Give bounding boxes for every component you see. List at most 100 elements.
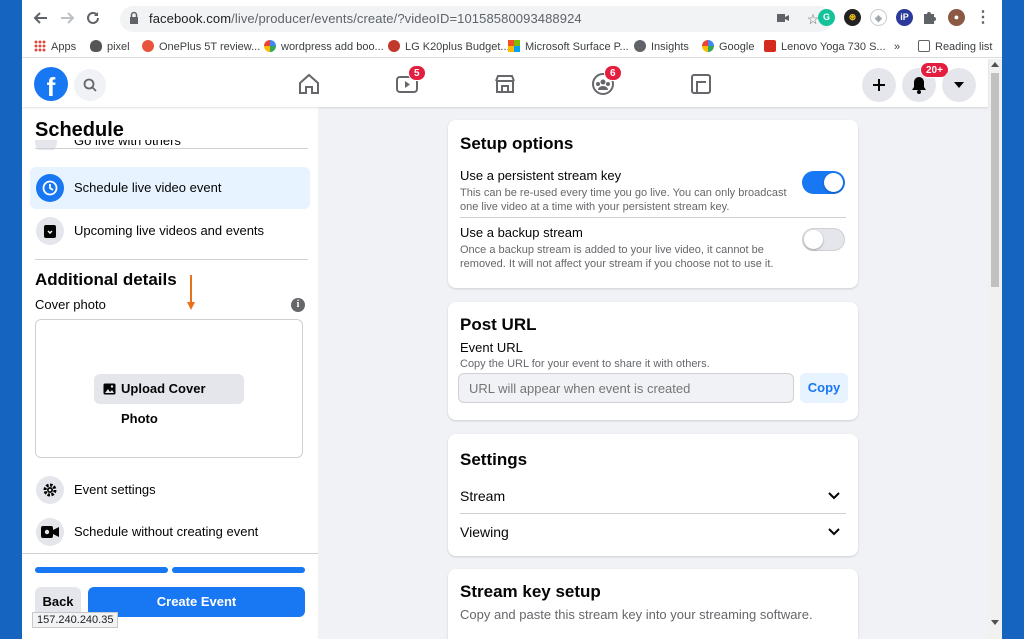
status-bar-url: 157.240.240.35 bbox=[32, 612, 119, 628]
back-arrow-icon[interactable] bbox=[32, 9, 50, 27]
site-icon bbox=[388, 40, 400, 52]
watch-tab[interactable]: 5 bbox=[394, 65, 426, 97]
setup-options-card: Setup options Use a persistent stream ke… bbox=[448, 120, 858, 288]
create-button[interactable] bbox=[862, 68, 896, 102]
scroll-up-icon[interactable] bbox=[991, 62, 999, 67]
notifications-button[interactable]: 20+ bbox=[902, 62, 949, 102]
progress-step-1 bbox=[35, 567, 168, 573]
grammarly-extension-icon[interactable]: G bbox=[818, 9, 835, 26]
photo-icon bbox=[103, 383, 116, 395]
copy-button[interactable]: Copy bbox=[800, 373, 848, 403]
google-icon bbox=[264, 40, 276, 52]
video-camera-icon bbox=[36, 518, 64, 546]
stream-key-title: Stream key setup bbox=[460, 582, 601, 601]
bookmark-microsoft[interactable]: Microsoft Surface P... bbox=[508, 39, 629, 55]
site-icon bbox=[142, 40, 154, 52]
more-bookmarks[interactable]: » bbox=[894, 39, 900, 55]
cover-photo-dropzone[interactable]: Upload Cover Photo bbox=[35, 319, 303, 458]
backup-stream-title: Use a backup stream bbox=[460, 225, 583, 240]
camera-blocked-icon[interactable] bbox=[774, 10, 792, 28]
address-url: facebook.com/live/producer/events/create… bbox=[149, 11, 582, 26]
schedule-panel: Schedule Go live with others Schedule li… bbox=[22, 107, 318, 639]
setup-options-title: Setup options bbox=[460, 134, 574, 153]
bell-icon bbox=[912, 77, 926, 94]
bookmark-lg[interactable]: LG K20plus Budget... bbox=[388, 39, 510, 55]
stream-key-card: Stream key setup Copy and paste this str… bbox=[448, 569, 858, 639]
reading-list-icon bbox=[918, 40, 930, 52]
bookmark-oneplus[interactable]: OnePlus 5T review... bbox=[142, 39, 260, 55]
browser-toolbar: facebook.com/live/producer/events/create… bbox=[22, 0, 1002, 36]
reload-icon[interactable] bbox=[84, 9, 102, 27]
stream-key-desc: Copy and paste this stream key into your… bbox=[460, 607, 813, 622]
event-url-input[interactable] bbox=[458, 373, 794, 403]
orange-down-arrow-annotation bbox=[187, 275, 195, 310]
event-url-label: Event URL bbox=[460, 340, 523, 355]
post-url-title: Post URL bbox=[460, 315, 537, 334]
plus-icon bbox=[873, 79, 885, 91]
event-settings-item[interactable]: Event settings bbox=[30, 469, 310, 511]
page-scrollbar[interactable] bbox=[988, 59, 1002, 639]
upload-cover-photo-button[interactable]: Upload Cover Photo bbox=[94, 374, 244, 426]
facebook-logo[interactable]: f bbox=[34, 67, 68, 101]
bookmark-google[interactable]: Google bbox=[702, 39, 754, 55]
toggle-knob bbox=[804, 230, 823, 249]
viewing-expander[interactable]: Viewing bbox=[460, 514, 846, 550]
page-title: Schedule bbox=[35, 119, 124, 141]
groups-badge: 6 bbox=[604, 65, 622, 81]
gaming-tab[interactable] bbox=[688, 71, 714, 97]
progress-step-2 bbox=[172, 567, 305, 573]
stream-expander[interactable]: Stream bbox=[460, 478, 846, 514]
schedule-without-event-item[interactable]: Schedule without creating event bbox=[30, 511, 310, 553]
backup-stream-desc: Once a backup stream is added to your li… bbox=[460, 244, 774, 270]
persistent-key-toggle[interactable] bbox=[802, 171, 845, 194]
marketplace-tab[interactable] bbox=[492, 71, 518, 97]
calendar-icon bbox=[36, 217, 64, 245]
cnet-icon bbox=[764, 40, 776, 52]
gear-icon bbox=[36, 476, 64, 504]
search-button[interactable] bbox=[74, 69, 106, 101]
extension-icon[interactable]: ⊛ bbox=[844, 9, 861, 26]
apps-grid-icon bbox=[34, 40, 46, 52]
divider bbox=[35, 259, 308, 260]
home-tab[interactable] bbox=[296, 71, 322, 97]
bookmark-insights[interactable]: Insights bbox=[634, 39, 689, 55]
backup-stream-toggle[interactable] bbox=[802, 228, 845, 251]
groups-tab[interactable]: 6 bbox=[590, 65, 622, 97]
caret-down-icon bbox=[954, 82, 964, 88]
additional-details-heading: Additional details bbox=[35, 270, 177, 289]
home-icon bbox=[299, 73, 319, 94]
search-icon bbox=[83, 78, 97, 92]
address-bar[interactable]: facebook.com/live/producer/events/create… bbox=[120, 6, 832, 32]
ip-extension-icon[interactable]: iP bbox=[896, 9, 913, 26]
reading-list[interactable]: Reading list bbox=[918, 39, 992, 55]
schedule-live-video-event-item[interactable]: Schedule live video event bbox=[30, 167, 310, 209]
chevron-down-icon bbox=[828, 492, 840, 500]
bookmarks-bar: Apps pixel OnePlus 5T review... wordpres… bbox=[22, 36, 1002, 58]
forward-arrow-icon[interactable] bbox=[58, 9, 76, 27]
divider bbox=[22, 553, 318, 554]
puzzle-extensions-icon[interactable] bbox=[920, 9, 938, 27]
microsoft-icon bbox=[508, 40, 520, 52]
account-menu-button[interactable] bbox=[942, 68, 976, 102]
marketplace-icon bbox=[495, 75, 515, 93]
profile-avatar[interactable]: ● bbox=[948, 9, 965, 26]
clock-icon bbox=[36, 174, 64, 202]
cover-photo-label: Cover photo bbox=[35, 297, 106, 312]
create-event-button[interactable]: Create Event bbox=[88, 587, 305, 617]
bookmark-wordpress[interactable]: wordpress add boo... bbox=[264, 39, 384, 55]
shield-extension-icon[interactable]: ◈ bbox=[870, 9, 887, 26]
scroll-down-icon[interactable] bbox=[991, 620, 999, 625]
toggle-knob bbox=[824, 173, 843, 192]
bookmark-pixel[interactable]: pixel bbox=[90, 39, 130, 55]
info-icon[interactable]: i bbox=[291, 298, 305, 312]
chevron-down-icon bbox=[828, 528, 840, 536]
chrome-menu-icon[interactable]: ⋮ bbox=[974, 9, 992, 27]
bookmark-apps[interactable]: Apps bbox=[34, 39, 76, 55]
scrollbar-thumb[interactable] bbox=[991, 73, 999, 287]
browser-window: facebook.com/live/producer/events/create… bbox=[22, 0, 1002, 639]
upcoming-live-videos-item[interactable]: Upcoming live videos and events bbox=[30, 210, 310, 252]
main-content: Setup options Use a persistent stream ke… bbox=[318, 107, 988, 639]
persistent-key-title: Use a persistent stream key bbox=[460, 168, 622, 183]
persistent-key-desc: This can be re-used every time you go li… bbox=[460, 187, 787, 213]
bookmark-lenovo[interactable]: Lenovo Yoga 730 S... bbox=[764, 39, 886, 55]
